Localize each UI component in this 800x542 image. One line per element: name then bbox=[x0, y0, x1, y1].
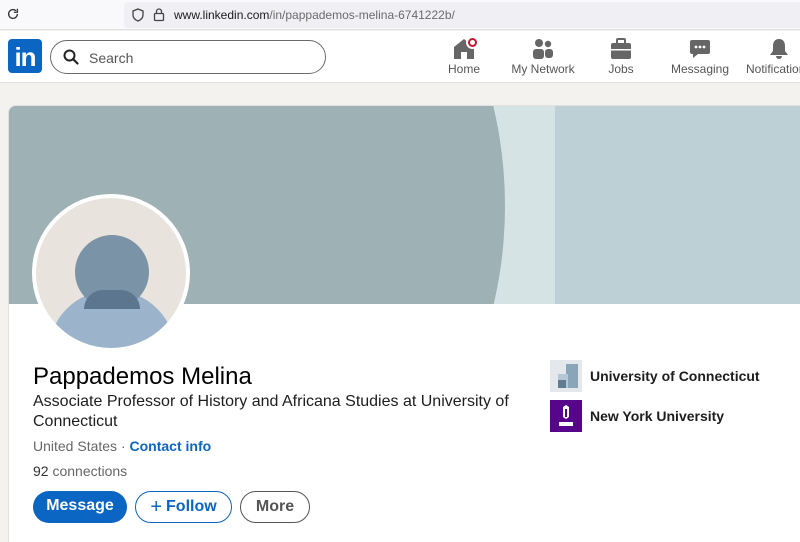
plus-icon: + bbox=[150, 496, 163, 518]
nav-label-notifications: Notifications bbox=[746, 62, 800, 76]
education-name-uconn: University of Connecticut bbox=[590, 368, 760, 384]
global-nav: in Search Home My Network Jobs Messaging… bbox=[0, 31, 800, 83]
connections-label: connections bbox=[48, 463, 128, 479]
profile-location: United States bbox=[33, 438, 118, 454]
notification-badge bbox=[466, 36, 479, 49]
briefcase-icon bbox=[611, 38, 631, 59]
nav-messaging[interactable]: Messaging bbox=[668, 31, 732, 83]
nav-jobs[interactable]: Jobs bbox=[598, 31, 644, 83]
nav-home[interactable]: Home bbox=[438, 31, 490, 83]
reload-icon[interactable] bbox=[6, 7, 20, 21]
follow-label: Follow bbox=[166, 498, 217, 515]
more-button[interactable]: More bbox=[240, 491, 310, 523]
profile-headline: Associate Professor of History and Afric… bbox=[33, 393, 509, 430]
uconn-logo bbox=[550, 360, 582, 392]
separator-dot: · bbox=[117, 438, 130, 454]
messaging-icon bbox=[690, 40, 710, 58]
follow-button[interactable]: + Follow bbox=[135, 491, 232, 523]
profile-avatar[interactable] bbox=[32, 194, 190, 352]
location-line: United States · Contact info bbox=[33, 438, 211, 454]
linkedin-logo[interactable]: in bbox=[8, 39, 42, 73]
network-icon bbox=[533, 39, 553, 59]
connections-count: 92 connections bbox=[33, 463, 127, 479]
nav-my-network[interactable]: My Network bbox=[504, 31, 582, 83]
nav-notifications[interactable]: Notifications bbox=[744, 31, 800, 83]
contact-info-link[interactable]: Contact info bbox=[130, 438, 212, 454]
profile-card: Pappademos Melina Associate Professor of… bbox=[8, 105, 800, 542]
nav-label-my-network: My Network bbox=[511, 62, 575, 76]
nav-label-messaging: Messaging bbox=[670, 62, 730, 76]
url-text[interactable]: www.linkedin.com/in/pappademos-melina-67… bbox=[174, 8, 455, 22]
search-icon bbox=[63, 49, 79, 65]
avatar-neck-shadow bbox=[84, 290, 140, 309]
browser-toolbar: www.linkedin.com/in/pappademos-melina-67… bbox=[0, 0, 800, 30]
bell-icon bbox=[770, 39, 788, 59]
profile-name: Pappademos Melina bbox=[33, 363, 252, 390]
url-path: /in/pappademos-melina-6741222b/ bbox=[269, 8, 455, 22]
search-placeholder: Search bbox=[89, 50, 134, 66]
url-domain: www.linkedin.com bbox=[174, 8, 270, 22]
connections-number: 92 bbox=[33, 463, 49, 479]
education-name-nyu: New York University bbox=[590, 408, 725, 424]
lock-icon[interactable] bbox=[153, 7, 165, 22]
nyu-logo bbox=[550, 400, 582, 432]
nav-label-jobs: Jobs bbox=[608, 62, 634, 76]
message-button[interactable]: Message bbox=[33, 491, 127, 523]
shield-icon[interactable] bbox=[132, 8, 144, 22]
search-input[interactable]: Search bbox=[50, 40, 326, 74]
nav-label-home: Home bbox=[447, 62, 480, 76]
cover-shape-right bbox=[555, 106, 800, 304]
